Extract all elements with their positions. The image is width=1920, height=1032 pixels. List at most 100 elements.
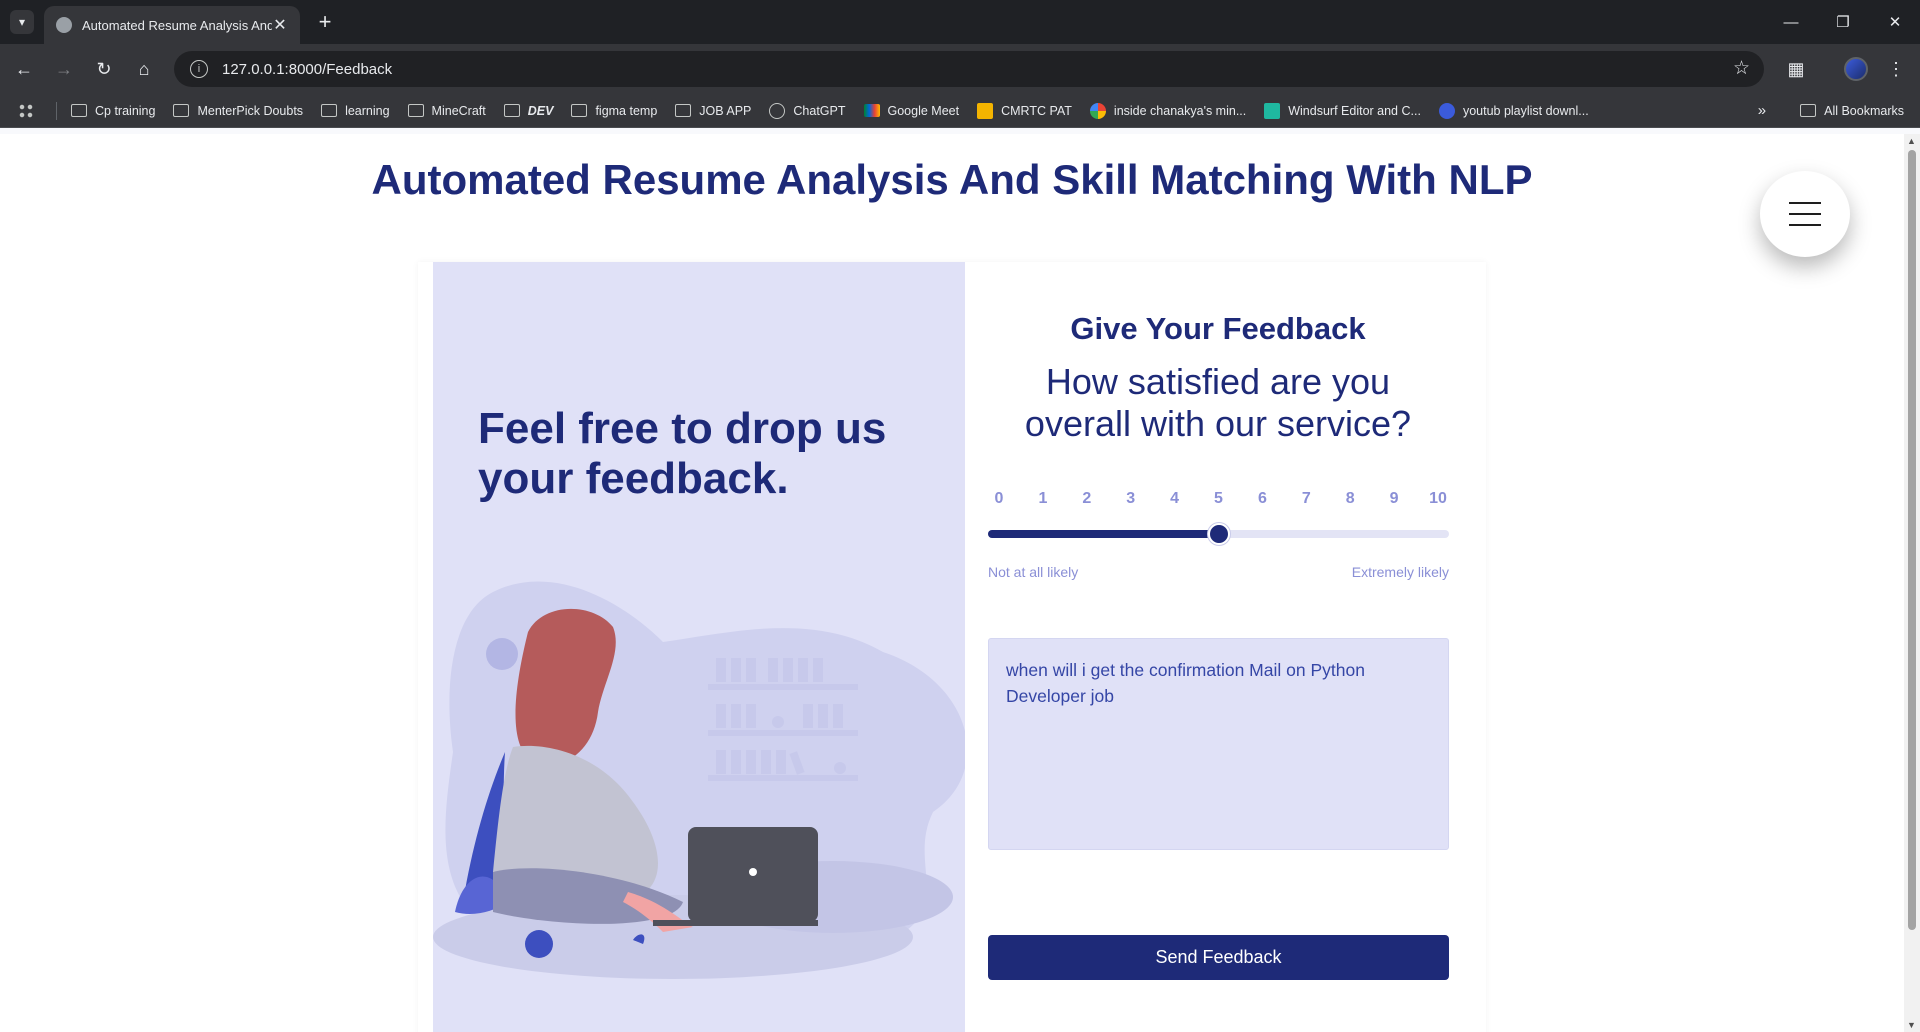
scale-tick-9: 9 (1389, 490, 1399, 507)
bookmark-item[interactable]: DEV (503, 103, 554, 118)
bookmark-label: ChatGPT (793, 103, 846, 118)
url-text: 127.0.0.1:8000/Feedback (222, 60, 393, 78)
profile-button[interactable] (1840, 53, 1872, 85)
reload-icon: ↻ (96, 58, 112, 79)
minimize-button[interactable]: — (1768, 0, 1814, 44)
google-icon (1089, 102, 1106, 119)
rating-slider-thumb[interactable] (1207, 523, 1230, 545)
chevron-down-icon: ▾ (18, 15, 26, 29)
scroll-down-icon[interactable]: ▼ (1907, 1020, 1916, 1030)
bookmark-item[interactable]: MenterPick Doubts (173, 104, 303, 118)
hamburger-line (1789, 224, 1821, 226)
hamburger-line (1789, 202, 1821, 204)
bookmark-item[interactable]: Windsurf Editor and C... (1264, 102, 1421, 119)
feedback-form-title: Give Your Feedback (1070, 311, 1366, 346)
illustration-panel: Feel free to drop us your feedback. (433, 262, 965, 1032)
tab-title: Automated Resume Analysis And Skill Matc… (82, 17, 272, 33)
new-tab-button[interactable]: + (312, 10, 338, 36)
home-button[interactable]: ⌂ (128, 53, 160, 85)
bookmark-item[interactable]: CMRTC PAT (977, 102, 1072, 119)
scale-tick-7: 7 (1301, 490, 1311, 507)
bookmark-label: Cp training (95, 103, 156, 118)
bookmark-label: MenterPick Doubts (197, 103, 304, 118)
bookmark-label: learning (345, 103, 390, 118)
tab-search-button[interactable]: ▾ (10, 10, 34, 34)
satisfaction-question: How satisfied are you overall with our s… (1024, 361, 1412, 444)
bookmark-item[interactable]: learning (321, 103, 390, 118)
extensions-button[interactable]: ▦ (1780, 53, 1812, 85)
forward-button[interactable]: → (48, 53, 80, 85)
browser-toolbar: ← → ↻ ⌂ i 127.0.0.1:8000/Feedback ☆ ▦ ⋮ (0, 44, 1920, 94)
bookmark-item[interactable]: figma temp (571, 104, 657, 118)
bookmark-item[interactable]: Cp training (71, 104, 155, 118)
back-button[interactable]: ← (8, 53, 40, 85)
scale-min-label: Not at all likely (988, 564, 1079, 580)
bookmark-item[interactable]: ChatGPT (769, 102, 846, 119)
home-icon: ⌂ (138, 58, 150, 79)
avatar (1844, 57, 1868, 81)
kebab-menu-icon: ⋮ (1887, 58, 1905, 79)
more-bookmarks-icon[interactable]: » (1758, 102, 1766, 119)
close-window-button[interactable]: ✕ (1872, 0, 1918, 44)
left-heading: Feel free to drop us your feedback. (478, 404, 887, 503)
bookmark-label: CMRTC PAT (1001, 103, 1072, 118)
bookmark-label: JOB APP (699, 103, 752, 118)
scale-tick-2: 2 (1082, 490, 1092, 507)
scale-tick-10: 10 (1429, 490, 1447, 507)
bookmark-label: Google Meet (887, 103, 960, 118)
reload-button[interactable]: ↻ (88, 53, 120, 85)
page-viewport: Automated Resume Analysis And Skill Matc… (0, 134, 1904, 1032)
arrow-right-icon: → (55, 58, 73, 79)
bookmark-label: inside chanakya's min... (1113, 103, 1247, 118)
close-tab-icon[interactable]: ✕ (272, 15, 288, 35)
youtube-dl-icon (1438, 102, 1455, 119)
arrow-left-icon: ← (15, 58, 33, 79)
bookmarks-bar: Cp training MenterPick Doubts learning M… (0, 94, 1920, 128)
scale-tick-0: 0 (994, 490, 1004, 507)
bookmark-item[interactable]: youtub playlist downl... (1438, 102, 1589, 119)
folder-icon (571, 104, 588, 117)
bookmark-item[interactable]: MineCraft (407, 103, 486, 118)
scroll-up-icon[interactable]: ▲ (1907, 136, 1916, 146)
scrollbar-thumb[interactable] (1908, 150, 1916, 930)
folder-icon (503, 104, 520, 117)
restore-button[interactable]: ❐ (1820, 0, 1866, 44)
bookmark-label: MineCraft (431, 103, 486, 118)
bookmark-star-icon[interactable]: ☆ (1733, 57, 1750, 80)
bookmarks-divider (56, 101, 57, 120)
scale-tick-1: 1 (1038, 490, 1048, 507)
address-bar[interactable]: i 127.0.0.1:8000/Feedback ☆ (174, 51, 1764, 87)
folder-icon (407, 104, 424, 117)
bookmark-item[interactable]: Google Meet (863, 103, 960, 118)
folder-icon (675, 104, 692, 117)
scale-tick-8: 8 (1345, 490, 1355, 507)
bookmark-item[interactable]: JOB APP (675, 104, 751, 118)
browser-menu-button[interactable]: ⋮ (1880, 53, 1912, 85)
feedback-textarea[interactable]: when will i get the confirmation Mail on… (988, 638, 1449, 850)
scale-max-label: Extremely likely (1351, 564, 1449, 580)
folder-icon (173, 104, 190, 117)
site-info-icon[interactable]: i (190, 60, 208, 78)
bookmark-label: DEV (527, 103, 554, 118)
hamburger-menu-button[interactable] (1760, 171, 1850, 257)
tab-strip: ▾ Automated Resume Analysis And Skill Ma… (0, 0, 1920, 44)
cmrtc-icon (977, 102, 994, 119)
folder-icon (1800, 104, 1817, 117)
bookmark-label: figma temp (595, 103, 658, 118)
rating-scale-labels: 0 1 2 3 4 5 6 7 8 9 10 (988, 490, 1449, 510)
bookmark-label: Windsurf Editor and C... (1288, 103, 1421, 118)
all-bookmarks-label: All Bookmarks (1824, 103, 1904, 118)
bookmark-item[interactable]: inside chanakya's min... (1089, 102, 1247, 119)
send-feedback-button[interactable]: Send Feedback (988, 935, 1449, 980)
hamburger-line (1789, 213, 1821, 215)
all-bookmarks-button[interactable]: All Bookmarks (1800, 104, 1904, 118)
page-scrollbar[interactable]: ▲ ▼ (1904, 134, 1920, 1032)
browser-tab[interactable]: Automated Resume Analysis And Skill Matc… (44, 6, 300, 44)
folder-icon (71, 104, 87, 117)
windsurf-icon (1264, 102, 1281, 119)
folder-icon (321, 104, 338, 117)
apps-button[interactable] (18, 102, 42, 119)
scale-tick-6: 6 (1257, 490, 1267, 507)
page-title: Automated Resume Analysis And Skill Matc… (371, 156, 1533, 203)
bookmark-label: youtub playlist downl... (1462, 103, 1589, 118)
